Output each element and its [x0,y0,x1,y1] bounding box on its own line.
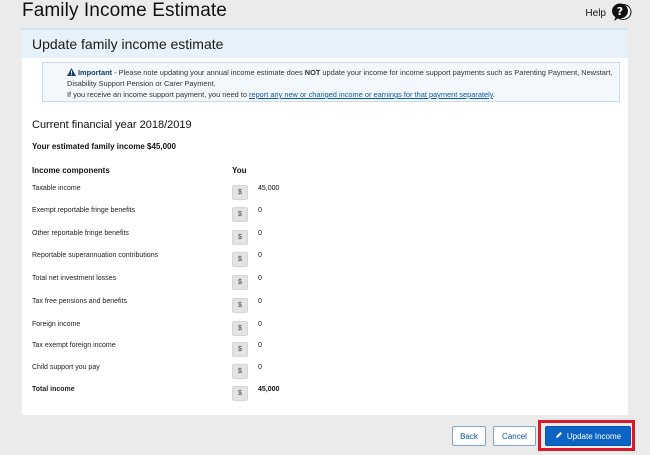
income-row-value: 0 [258,364,262,371]
income-row-value: 45,000 [258,386,280,393]
income-row-value: 0 [258,230,262,237]
income-row: Child support you pay $0 [32,364,332,380]
currency-prefix: $ [232,386,248,401]
currency-prefix: $ [232,364,248,379]
income-row: Reportable superannuation contributions $… [32,252,332,268]
income-row: Other reportable fringe benefits $0 [32,230,332,246]
currency-prefix: $ [232,321,248,336]
currency-prefix: $ [232,252,248,267]
notice-text-3: If you receive an income support payment… [67,90,249,99]
financial-year-title: Current financial year 2018/2019 [32,119,192,131]
income-row-label: Tax free pensions and benefits [32,298,127,305]
page-title: Family Income Estimate [22,0,227,21]
income-row: Exempt reportable fringe benefits $0 [32,207,332,223]
income-row: Foreign income $0 [32,321,332,337]
cancel-button[interactable]: Cancel [493,426,536,446]
income-row-value: 0 [258,298,262,305]
report-income-link[interactable]: report any new or changed income or earn… [249,90,493,99]
notice-text-4: . [492,90,495,99]
currency-prefix: $ [232,230,248,245]
income-row: Tax free pensions and benefits $0 [32,298,332,314]
income-row: Total income $45,000 [32,386,332,402]
help-link[interactable]: Help ? [585,3,632,23]
notice-text-1: - Please note updating your annual incom… [112,68,305,77]
income-row-label: Foreign income [32,321,81,328]
currency-prefix: $ [232,342,248,357]
income-components-header: Income components [32,166,110,175]
income-row: Tax exempt foreign income $0 [32,342,332,358]
income-row-label: Tax exempt foreign income [32,342,116,349]
currency-prefix: $ [232,298,248,313]
highlight-box [538,420,635,451]
income-row-value: 45,000 [258,185,280,192]
income-row-value: 0 [258,252,262,259]
income-row-label: Total net investment losses [32,275,117,282]
income-row-label: Reportable superannuation contributions [32,252,159,259]
warning-icon [67,68,76,76]
income-row-label: Other reportable fringe benefits [32,230,129,237]
currency-prefix: $ [232,275,248,290]
question-bubble-icon: ? [610,3,632,23]
svg-text:?: ? [617,5,623,18]
income-row-label: Child support you pay [32,364,100,371]
income-row-value: 0 [258,275,262,282]
income-row-value: 0 [258,342,262,349]
income-row-value: 0 [258,207,262,214]
important-notice: Important - Please note updating your an… [42,62,620,102]
notice-lead: Important [78,68,113,77]
estimated-family-income: Your estimated family income $45,000 [32,142,176,151]
help-label: Help [585,7,606,19]
income-row-label: Total income [32,386,75,393]
panel-header: Update family income estimate [22,30,628,58]
income-row-label: Taxable income [32,185,81,192]
income-row-label: Exempt reportable fringe benefits [32,207,136,214]
income-panel: Update family income estimate Important … [22,28,628,415]
income-row-value: 0 [258,321,262,328]
currency-prefix: $ [232,207,248,222]
back-button[interactable]: Back [452,426,486,446]
currency-prefix: $ [232,185,248,200]
notice-emphasis: NOT [304,68,321,77]
income-row: Taxable income $45,000 [32,185,332,201]
income-row: Total net investment losses $0 [32,275,332,291]
you-column-header: You [232,166,247,175]
